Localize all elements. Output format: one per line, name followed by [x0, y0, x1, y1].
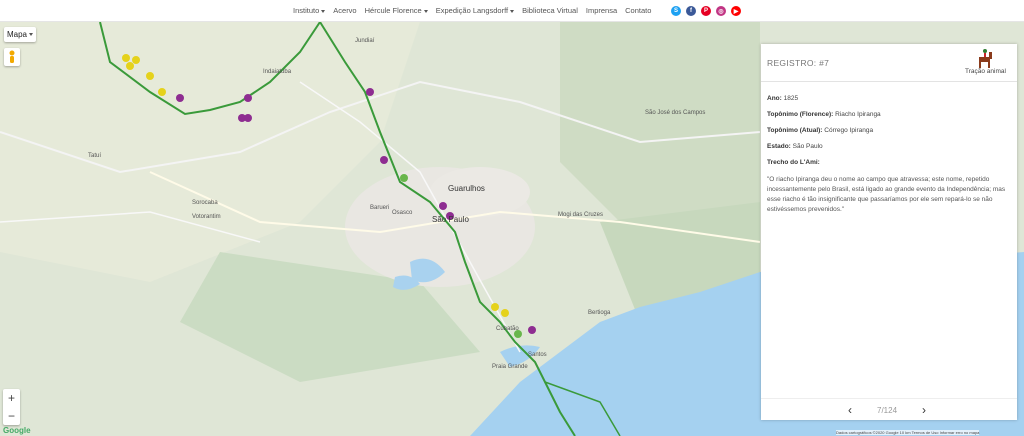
zoom-in-button[interactable]: +: [3, 389, 20, 407]
chevron-down-icon: [321, 9, 326, 13]
route-marker[interactable]: [244, 114, 252, 122]
city-label: Mogi das Cruzes: [558, 212, 604, 218]
city-label: Jundiaí: [355, 38, 375, 44]
menu-item-contato[interactable]: Contato: [625, 6, 651, 15]
top-navbar: Instituto Acervo Hércule Florence Expedi…: [0, 0, 1024, 22]
route-marker[interactable]: [366, 88, 374, 96]
field-estado: Estado: São Paulo: [767, 143, 823, 150]
map-attribution[interactable]: Dados cartográficos ©2020 Google 10 km T…: [836, 430, 980, 435]
city-label: Osasco: [392, 210, 413, 216]
route-marker[interactable]: [244, 94, 252, 102]
city-label: Sorocaba: [192, 200, 218, 206]
city-label: Cubatão: [496, 326, 519, 332]
chevron-down-icon: [423, 9, 428, 13]
menu-item-biblioteca-virtual[interactable]: Biblioteca Virtual: [522, 6, 578, 15]
menu-item-expedicao-langsdorff[interactable]: Expedição Langsdorff: [436, 6, 515, 15]
city-label: Santos: [528, 352, 547, 358]
street-view-pegman-icon[interactable]: [4, 48, 20, 66]
instagram-icon[interactable]: ◎: [716, 6, 726, 16]
previous-record-icon[interactable]: ‹: [848, 403, 852, 417]
city-label: Barueri: [370, 205, 390, 211]
animal-traction-icon: [979, 49, 992, 68]
menu-item-imprensa[interactable]: Imprensa: [586, 6, 617, 15]
social-links: S f P ◎ ▶: [671, 6, 741, 16]
field-toponimo-atual: Topônimo (Atual): Córrego Ipiranga: [767, 127, 874, 134]
city-label: Votorantim: [192, 214, 221, 220]
facebook-icon[interactable]: f: [686, 6, 696, 16]
route-marker[interactable]: [380, 156, 388, 164]
next-record-icon[interactable]: ›: [922, 403, 926, 417]
city-label: São Paulo: [432, 215, 469, 224]
icon-caption: Tração animal: [965, 68, 1006, 75]
route-marker[interactable]: [400, 174, 408, 182]
route-marker[interactable]: [491, 303, 499, 311]
route-marker[interactable]: [528, 326, 536, 334]
route-marker[interactable]: [122, 54, 130, 62]
field-toponimo-florence: Topônimo (Florence): Riacho Ipiranga: [767, 111, 881, 118]
chevron-down-icon: [510, 9, 515, 13]
pinterest-icon[interactable]: P: [701, 6, 711, 16]
record-title: REGISTRO: #7: [767, 58, 830, 68]
google-logo: Google: [3, 426, 31, 435]
map-type-button[interactable]: Mapa: [4, 27, 36, 42]
route-marker[interactable]: [132, 56, 140, 64]
youtube-icon[interactable]: ▶: [731, 6, 741, 16]
record-info-panel: REGISTRO: #7 Tração animal Ano: 1825 Top…: [761, 44, 1017, 420]
chevron-down-icon: [29, 33, 33, 36]
record-counter: 7/124: [877, 406, 898, 415]
zoom-control: + −: [3, 389, 20, 425]
menu-item-instituto[interactable]: Instituto: [293, 6, 326, 15]
panel-header: REGISTRO: #7 Tração animal: [761, 44, 1017, 82]
route-marker[interactable]: [501, 309, 509, 317]
route-marker[interactable]: [176, 94, 184, 102]
city-label: Indaiatuba: [263, 69, 292, 75]
route-marker[interactable]: [126, 62, 134, 70]
city-label: Tatuí: [88, 153, 102, 159]
zoom-out-button[interactable]: −: [3, 407, 20, 425]
field-trecho: Trecho do L'Ami:: [767, 159, 820, 166]
route-marker[interactable]: [158, 88, 166, 96]
city-label: Bertioga: [588, 310, 611, 316]
city-label: São José dos Campos: [645, 110, 706, 116]
field-ano: Ano: 1825: [767, 95, 799, 102]
main-menu: Instituto Acervo Hércule Florence Expedi…: [293, 6, 651, 15]
menu-item-acervo[interactable]: Acervo: [333, 6, 356, 15]
route-marker[interactable]: [146, 72, 154, 80]
panel-body: Ano: 1825 Topônimo (Florence): Riacho Ip…: [761, 82, 1017, 219]
record-pager: ‹ 7/124 ›: [761, 398, 1017, 420]
trecho-quote: "O riacho Ipiranga deu o nome ao campo q…: [767, 176, 1006, 213]
city-label: Guarulhos: [448, 184, 485, 193]
route-marker[interactable]: [439, 202, 447, 210]
city-label: Praia Grande: [492, 364, 528, 370]
menu-item-hercule-florence[interactable]: Hércule Florence: [365, 6, 428, 15]
skype-icon[interactable]: S: [671, 6, 681, 16]
